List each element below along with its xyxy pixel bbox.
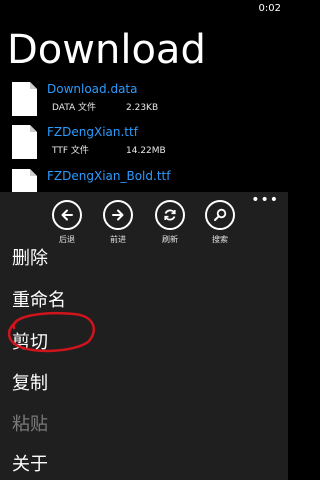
file-type: TTF 文件 bbox=[52, 146, 89, 156]
file-size: 14.22MB bbox=[126, 146, 166, 156]
search-label: 搜索 bbox=[212, 235, 228, 244]
file-name: FZDengXian.ttf bbox=[47, 125, 138, 139]
search-button[interactable]: 搜索 bbox=[195, 200, 245, 250]
document-icon bbox=[12, 125, 37, 159]
status-time: 0:02 bbox=[258, 3, 281, 14]
menu-item-delete[interactable]: 删除 bbox=[12, 244, 48, 270]
more-ellipsis-button[interactable]: ••• bbox=[251, 192, 279, 208]
file-item[interactable]: FZDengXian.ttf TTF 文件 14.22MB bbox=[12, 125, 282, 169]
screen: 0:02 Download Download.data DATA 文件 2.23K… bbox=[0, 0, 288, 480]
refresh-label: 刷新 bbox=[162, 235, 178, 244]
file-type: DATA 文件 bbox=[52, 103, 97, 113]
file-meta: DATA 文件 2.23KB bbox=[52, 100, 158, 113]
app-bar: ••• 后退 前进 刷新 搜索 删除 重命名 剪切 复制 粘贴 关于 bbox=[0, 192, 288, 480]
file-meta: TTF 文件 14.22MB bbox=[52, 143, 166, 156]
back-label: 后退 bbox=[59, 235, 75, 244]
search-icon bbox=[214, 208, 227, 221]
refresh-button[interactable]: 刷新 bbox=[145, 200, 195, 250]
file-item[interactable]: Download.data DATA 文件 2.23KB bbox=[12, 82, 282, 126]
document-icon bbox=[12, 82, 37, 116]
forward-button[interactable]: 前进 bbox=[93, 200, 143, 250]
menu-item-rename[interactable]: 重命名 bbox=[12, 286, 66, 312]
menu-item-cut[interactable]: 剪切 bbox=[12, 328, 48, 354]
menu-item-paste: 粘贴 bbox=[12, 414, 48, 435]
menu-item-about[interactable]: 关于 bbox=[12, 450, 48, 476]
refresh-icon bbox=[164, 209, 176, 221]
file-name: Download.data bbox=[47, 82, 138, 96]
page-title: Download bbox=[7, 27, 206, 73]
menu-item-copy[interactable]: 复制 bbox=[12, 369, 48, 395]
file-size: 2.23KB bbox=[126, 103, 159, 113]
file-name: FZDengXian_Bold.ttf bbox=[47, 169, 171, 183]
back-arrow-icon bbox=[61, 209, 73, 221]
back-button[interactable]: 后退 bbox=[42, 200, 92, 250]
forward-arrow-icon bbox=[112, 209, 124, 221]
forward-label: 前进 bbox=[110, 235, 126, 244]
